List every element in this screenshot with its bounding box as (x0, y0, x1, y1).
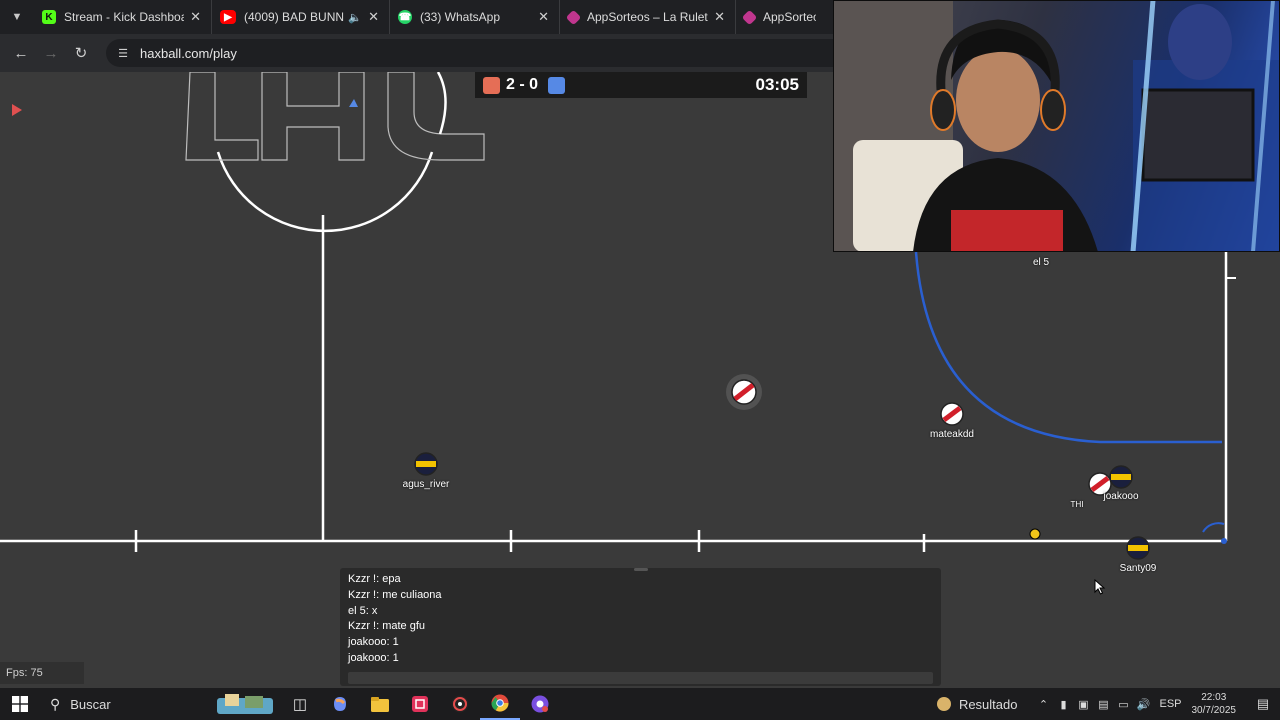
player-name-label: joakooo (1103, 491, 1139, 502)
tab-youtube[interactable]: ▶ (4009) BAD BUNNY - E 🔈 ✕ (212, 0, 390, 34)
chat-message: joakooo: 1 (348, 651, 399, 664)
appsorteos-icon (565, 9, 582, 25)
player-name-label: agus_river (402, 479, 450, 490)
goal-post (1221, 538, 1227, 544)
tab-whatsapp[interactable]: ☎ (33) WhatsApp ✕ (390, 0, 560, 34)
youtube-icon: ▶ (220, 10, 236, 24)
blue-corner-arc (1202, 522, 1225, 533)
tab-close-icon[interactable]: ✕ (368, 9, 379, 25)
appsorteos-icon (741, 9, 758, 25)
offscreen-red-indicator (12, 104, 22, 116)
task-view-icon[interactable]: ◫ (280, 688, 320, 720)
screen: ▼ K Stream - Kick Dashboard ✕ ▶ (4009) B… (0, 0, 1280, 720)
lhc-logo (185, 72, 485, 161)
chat-input[interactable] (348, 672, 933, 684)
taskbar: ⚲ Buscar ◫ Resultado ⌃ ▮ ▣ ▤ ▭ 🔊 ESP 22:… (0, 688, 1280, 720)
chat-message: Kzzr !: me culiaona (348, 588, 442, 601)
player-name-label: THI (1070, 500, 1084, 509)
file-explorer-icon[interactable] (360, 688, 400, 720)
weather-icon (936, 697, 951, 711)
fps-counter: Fps: 75 (0, 662, 84, 684)
chrome-icon[interactable] (480, 688, 520, 720)
player-disc-red (940, 402, 964, 426)
back-icon[interactable]: ← (8, 40, 34, 66)
chat-message: Kzzr !: epa (348, 573, 401, 585)
webcam-image (833, 0, 1280, 252)
windows-start-icon[interactable] (0, 688, 40, 720)
search-icon: ⚲ (50, 695, 61, 712)
system-tray: Resultado ⌃ ▮ ▣ ▤ ▭ 🔊 ESP 22:03 30/7/202… (936, 688, 1280, 720)
app-store-icon[interactable] (400, 688, 440, 720)
player-disc-self (726, 374, 762, 410)
reload-icon[interactable]: ↻ (68, 40, 94, 66)
tab-title: (33) WhatsApp (420, 10, 501, 24)
device-icon[interactable]: ▤ (1093, 698, 1113, 711)
tab-appsorteos[interactable]: AppSorteos – (736, 0, 826, 34)
match-timer: 03:05 (755, 75, 799, 94)
chat-panel: Kzzr !: epa Kzzr !: me culiaona el 5: x … (340, 568, 941, 686)
center-circle (216, 151, 434, 233)
search-label: Buscar (70, 696, 111, 712)
language-indicator[interactable]: ESP (1159, 698, 1181, 710)
chat-message: el 5: x (348, 604, 378, 617)
chat-message: Kzzr !: mate gfu (348, 620, 426, 633)
player-disc-blue (1126, 536, 1150, 560)
weather-label: Resultado (958, 696, 1018, 712)
notifications-icon[interactable]: ▤ (1250, 696, 1276, 712)
speaker-icon[interactable]: 🔈 (348, 11, 362, 24)
ball (1029, 528, 1041, 540)
chat-resize-handle[interactable] (634, 568, 648, 571)
volume-icon[interactable]: 🔊 (1133, 698, 1153, 711)
player-name-label: Santy09 (1119, 563, 1157, 574)
weather-widget[interactable]: Resultado (936, 696, 1018, 712)
score: 2 - 0 (506, 76, 539, 93)
obs-icon[interactable] (440, 688, 480, 720)
search-highlight-icon[interactable] (210, 688, 280, 720)
address-bar[interactable]: ☰ haxball.com/play (106, 39, 926, 67)
player-disc-blue (414, 452, 438, 476)
url-text: haxball.com/play (140, 45, 237, 61)
red-team-square (483, 76, 500, 94)
network-icon[interactable]: ▭ (1113, 698, 1133, 711)
tab-appsorteos-ruleta[interactable]: AppSorteos – La Ruleta de ✕ (560, 0, 736, 34)
blue-team-square (548, 76, 566, 94)
chat-message: joakooo: 1 (348, 636, 399, 649)
offscreen-blue-indicator (349, 99, 358, 107)
player-name-label: el 5 (1032, 257, 1050, 268)
camera-icon[interactable]: ▣ (1073, 698, 1093, 711)
mouse-cursor-icon (1094, 579, 1106, 595)
player-disc-blue (1109, 465, 1133, 489)
tab-close-icon[interactable]: ✕ (538, 9, 549, 25)
tab-close-icon[interactable]: ✕ (714, 9, 725, 25)
tab-close-icon[interactable]: ✕ (190, 9, 201, 25)
chevron-up-icon[interactable]: ⌃ (1033, 698, 1053, 711)
kick-icon: K (42, 10, 56, 24)
scoreboard: 2 - 0 03:05 (475, 72, 807, 98)
tab-title: AppSorteos – La Ruleta de (587, 10, 708, 24)
player-name-label: mateakdd (930, 429, 974, 440)
microphone-icon[interactable]: ▮ (1053, 698, 1073, 711)
whatsapp-icon: ☎ (398, 10, 412, 24)
webcam-overlay (833, 0, 1280, 252)
tab-kick-dashboard[interactable]: K Stream - Kick Dashboard ✕ (34, 0, 212, 34)
clock-date: 30/7/2025 (1191, 705, 1237, 716)
copilot-icon[interactable] (320, 688, 360, 720)
tab-title: Stream - Kick Dashboard (64, 10, 185, 24)
tab-title: AppSorteos – (763, 10, 816, 24)
clock-time: 22:03 (1201, 692, 1227, 703)
forward-icon[interactable]: → (38, 40, 64, 66)
tab-title: (4009) BAD BUNNY - E (244, 10, 345, 24)
tab-search-menu-icon[interactable]: ▼ (0, 0, 34, 34)
chrome-profile-icon[interactable] (520, 688, 560, 720)
clock[interactable]: 22:03 30/7/2025 (1192, 691, 1237, 717)
taskbar-search[interactable]: ⚲ Buscar (40, 688, 210, 720)
site-settings-icon[interactable]: ☰ (116, 46, 130, 60)
